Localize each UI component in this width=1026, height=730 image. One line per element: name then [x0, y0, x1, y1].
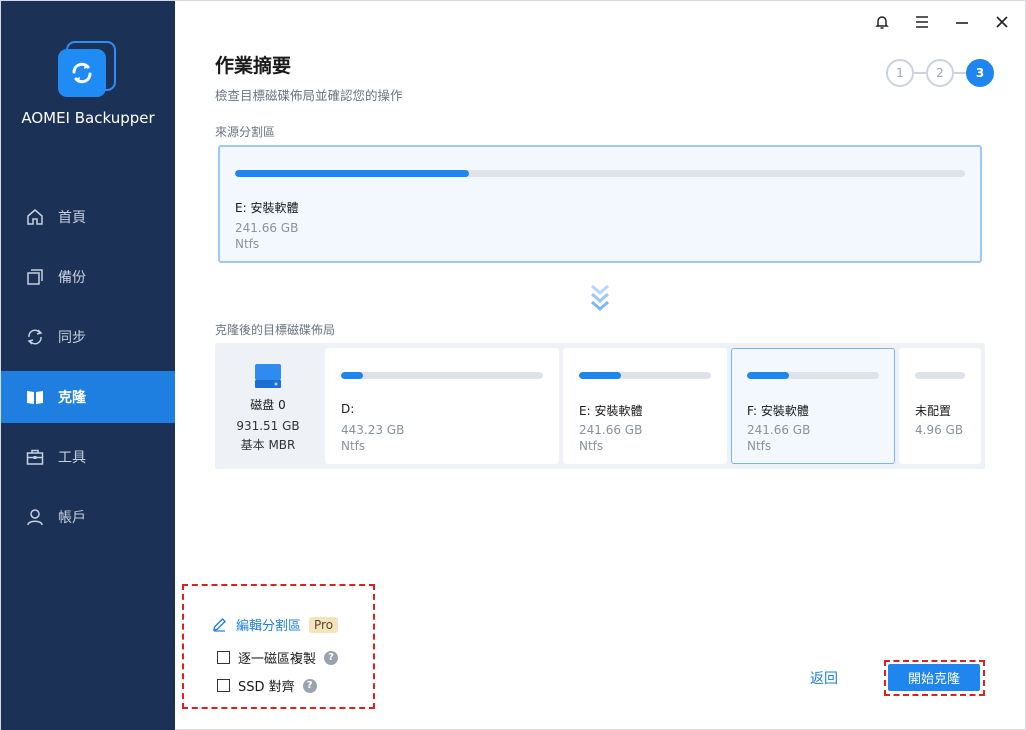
partition-size: 241.66 GB	[579, 423, 643, 437]
step-indicator: 1 2 3	[886, 59, 994, 87]
help-icon[interactable]: ?	[324, 650, 339, 665]
app-logo	[58, 41, 116, 99]
sector-by-sector-option[interactable]: 逐一磁區複製 ?	[217, 648, 339, 667]
source-partition-card[interactable]: E: 安裝軟體 241.66 GB Ntfs	[218, 145, 982, 263]
step-3: 3	[966, 59, 994, 87]
sidebar-item-label: 同步	[58, 330, 86, 346]
partition-usage-fill	[579, 372, 622, 379]
logo-sync-icon	[58, 49, 106, 97]
partition-usage-fill	[747, 372, 790, 379]
target-partition-card[interactable]: E: 安裝軟體 241.66 GB Ntfs	[563, 348, 727, 464]
target-disk-info: 磁盘 0 931.51 GB 基本 MBR	[215, 343, 321, 469]
help-icon[interactable]: ?	[302, 678, 317, 693]
app-window: AOMEI Backupper 首頁 備份 同步 克隆 工具 帳戶 作業摘要 檢…	[0, 0, 1026, 730]
start-clone-button[interactable]: 開始克隆	[888, 664, 980, 691]
partition-usage-bar	[579, 372, 711, 379]
partition-fs: Ntfs	[341, 439, 366, 453]
step-1: 1	[886, 59, 914, 87]
sidebar-item-label: 帳戶	[58, 510, 86, 526]
target-disk-layout: 磁盘 0 931.51 GB 基本 MBR D: 443.23 GB Ntfs …	[215, 343, 985, 469]
pencil-icon	[212, 617, 227, 632]
app-name: AOMEI Backupper	[21, 109, 155, 127]
sector-by-sector-checkbox[interactable]	[217, 651, 230, 664]
target-partition-card-unallocated[interactable]: 未配置 4.96 GB	[899, 348, 981, 464]
edit-partition-link[interactable]: 編輯分割區 Pro	[212, 615, 339, 634]
main-panel: 作業摘要 檢查目標磁碟佈局並確認您的操作 1 2 3 來源分割區 E: 安裝軟體…	[175, 1, 1026, 730]
partition-name: F: 安裝軟體	[747, 404, 809, 418]
target-section-label: 克隆後的目標磁碟佈局	[215, 323, 336, 337]
source-usage-fill	[235, 170, 469, 177]
sidebar-nav: 首頁 備份 同步 克隆 工具 帳戶	[1, 191, 175, 551]
source-partition-name: E: 安裝軟體	[235, 201, 299, 215]
source-partition-fs: Ntfs	[235, 237, 260, 251]
target-partition-card-selected[interactable]: F: 安裝軟體 241.66 GB Ntfs	[731, 348, 895, 464]
start-button-highlight: 開始克隆	[884, 660, 985, 696]
back-button[interactable]: 返回	[810, 668, 838, 688]
partition-fs: Ntfs	[747, 439, 772, 453]
step-2: 2	[926, 59, 954, 87]
clone-icon	[25, 387, 45, 407]
sidebar-item-label: 克隆	[58, 390, 86, 406]
edit-partition-label: 編輯分割區	[236, 619, 302, 634]
toolbox-icon	[25, 447, 45, 467]
sidebar: AOMEI Backupper 首頁 備份 同步 克隆 工具 帳戶	[1, 1, 175, 730]
backup-icon	[25, 267, 45, 287]
down-arrows-icon	[588, 283, 612, 313]
partition-usage-bar	[747, 372, 879, 379]
sidebar-item-backup[interactable]: 備份	[1, 251, 175, 303]
partition-name: E: 安裝軟體	[579, 404, 643, 418]
sidebar-item-label: 工具	[58, 450, 86, 466]
sidebar-item-clone[interactable]: 克隆	[1, 371, 175, 423]
sidebar-item-home[interactable]: 首頁	[1, 191, 175, 243]
ssd-align-checkbox[interactable]	[217, 679, 230, 692]
disk-type: 基本 MBR	[240, 438, 296, 452]
partition-fs: Ntfs	[579, 439, 604, 453]
disk-size: 931.51 GB	[236, 419, 300, 433]
source-section-label: 來源分割區	[215, 125, 276, 139]
source-usage-bar	[235, 170, 965, 177]
sync-icon	[25, 327, 45, 347]
partition-size: 241.66 GB	[747, 423, 811, 437]
source-partition-size: 241.66 GB	[235, 221, 299, 235]
disk-name: 磁盘 0	[250, 398, 286, 412]
partition-name: D:	[341, 402, 355, 416]
partition-usage-fill	[341, 372, 364, 379]
sector-by-sector-label: 逐一磁區複製	[238, 652, 317, 667]
page-subtitle: 檢查目標磁碟佈局並確認您的操作	[215, 88, 403, 103]
step-connector	[954, 72, 966, 74]
pro-badge: Pro	[309, 616, 339, 633]
sidebar-item-label: 首頁	[58, 210, 86, 226]
sidebar-item-label: 備份	[58, 270, 86, 286]
partition-size: 443.23 GB	[341, 423, 405, 437]
partition-size: 4.96 GB	[915, 423, 964, 437]
sidebar-item-sync[interactable]: 同步	[1, 311, 175, 363]
user-icon	[25, 507, 45, 527]
ssd-align-label: SSD 對齊	[238, 680, 295, 695]
target-partition-card[interactable]: D: 443.23 GB Ntfs	[325, 348, 559, 464]
partition-usage-bar	[915, 372, 965, 379]
page-title: 作業摘要	[215, 55, 292, 77]
ssd-align-option[interactable]: SSD 對齊 ?	[217, 676, 317, 695]
sidebar-item-account[interactable]: 帳戶	[1, 491, 175, 543]
partition-name: 未配置	[915, 404, 952, 418]
hard-disk-icon	[253, 361, 283, 395]
home-icon	[25, 207, 45, 227]
step-connector	[914, 72, 926, 74]
partition-usage-bar	[341, 372, 543, 379]
sidebar-item-tools[interactable]: 工具	[1, 431, 175, 483]
